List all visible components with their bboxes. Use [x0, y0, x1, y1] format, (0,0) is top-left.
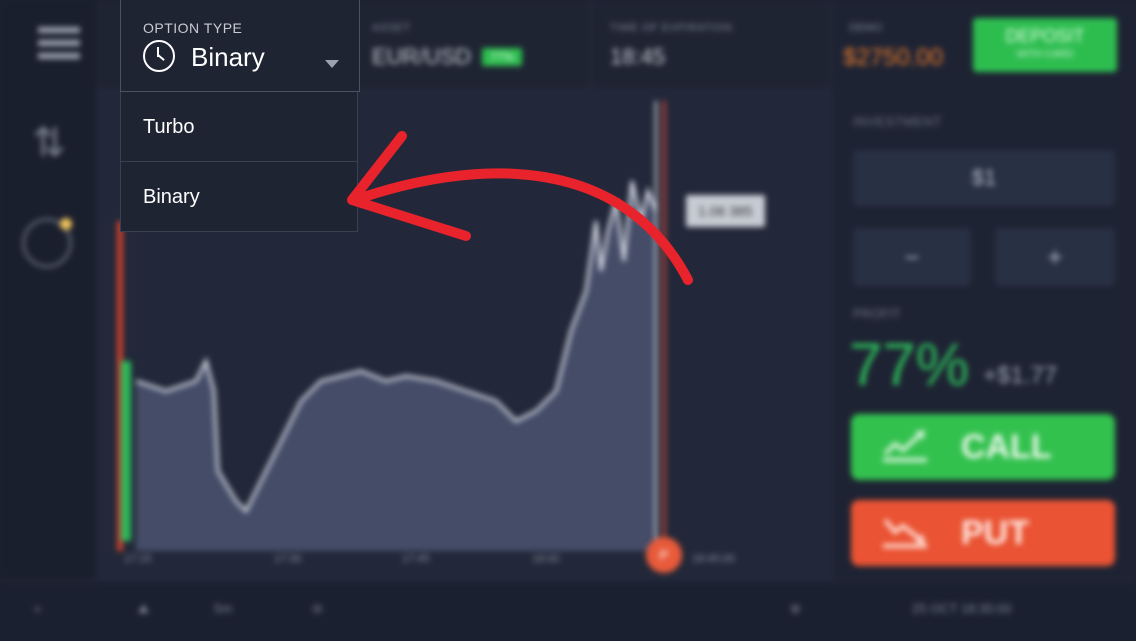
option-label: Turbo	[143, 116, 195, 138]
option-binary[interactable]: Binary	[121, 162, 357, 232]
time-label: 17:45	[402, 553, 430, 565]
chart-style-icon[interactable]: ⛰	[138, 601, 149, 617]
price-area	[136, 181, 656, 551]
balance-value: $2750.00	[843, 44, 944, 71]
investment-input[interactable]: $1	[853, 150, 1115, 206]
balance-label: DEMO	[849, 22, 882, 34]
zoom-out-icon[interactable]: ⊖	[312, 601, 323, 617]
put-button[interactable]: PUT	[851, 500, 1115, 566]
deposit-label: DEPOSIT	[1005, 26, 1085, 46]
clock-icon	[143, 40, 175, 72]
profit-amount: +$1.77	[983, 362, 1058, 389]
timeframe-button[interactable]: 5m	[214, 601, 232, 616]
trade-panel: DEMO $2750.00 DEPOSIT WITH CARD INVESTME…	[830, 0, 1136, 580]
menu-icon[interactable]	[38, 27, 80, 65]
left-rail: ⇅	[0, 0, 96, 580]
expiry-selector[interactable]: TIME OF EXPIRATION 18:45	[596, 0, 826, 90]
asset-label: ASSET	[372, 22, 411, 34]
time-label: 18:00	[532, 553, 560, 565]
call-button[interactable]: CALL	[851, 414, 1115, 480]
option-type-selected: Binary	[191, 42, 265, 72]
time-label: 17:30	[274, 553, 302, 565]
deposit-sublabel: WITH CARD	[1016, 49, 1074, 60]
bottom-toolbar: « ⛰ 5m ⊖ ⊕ 25 OCT 18:35:00	[0, 580, 1136, 641]
option-label: Binary	[143, 186, 200, 208]
option-type-label: OPTION TYPE	[143, 20, 243, 36]
investment-label: INVESTMENT	[853, 114, 942, 129]
profit-label: PROFIT	[853, 306, 901, 321]
option-type-menu: Turbo Binary	[120, 92, 358, 232]
increase-investment-button[interactable]: +	[995, 228, 1115, 286]
expiry-marker: P	[646, 537, 682, 573]
call-label: CALL	[961, 428, 1052, 466]
put-label: PUT	[961, 514, 1029, 552]
server-time: 25 OCT 18:35:00	[912, 601, 1012, 616]
notification-dot	[60, 218, 72, 230]
asset-value: EUR/USD	[372, 44, 472, 69]
zoom-in-icon[interactable]: ⊕	[790, 601, 801, 617]
asset-selector[interactable]: ASSET EUR/USD	[360, 0, 591, 90]
current-price-tag: 1.06 385	[686, 195, 765, 227]
profit-percent: 77%	[849, 331, 970, 398]
expiry-value: 18:45	[610, 44, 666, 69]
current-time-label: 18:45:00	[692, 553, 735, 565]
trade-arrows-icon[interactable]: ⇅	[24, 118, 74, 168]
collapse-button[interactable]: «	[34, 601, 41, 616]
trend-down-icon	[883, 518, 927, 548]
trend-up-icon	[883, 430, 927, 462]
option-type-dropdown[interactable]: OPTION TYPE Binary	[120, 0, 360, 92]
asset-payout-badge: 77%	[482, 48, 523, 66]
option-turbo[interactable]: Turbo	[121, 92, 357, 162]
caret-down-icon	[325, 60, 339, 68]
expiry-label: TIME OF EXPIRATION	[610, 22, 733, 34]
decrease-investment-button[interactable]: −	[853, 228, 971, 286]
trading-app: ⇅ ASSET EUR/USD 77% TIME OF EXPIRATION 1…	[0, 0, 1136, 641]
time-label: 17:15	[124, 553, 152, 565]
deposit-button[interactable]: DEPOSIT WITH CARD	[973, 18, 1117, 72]
